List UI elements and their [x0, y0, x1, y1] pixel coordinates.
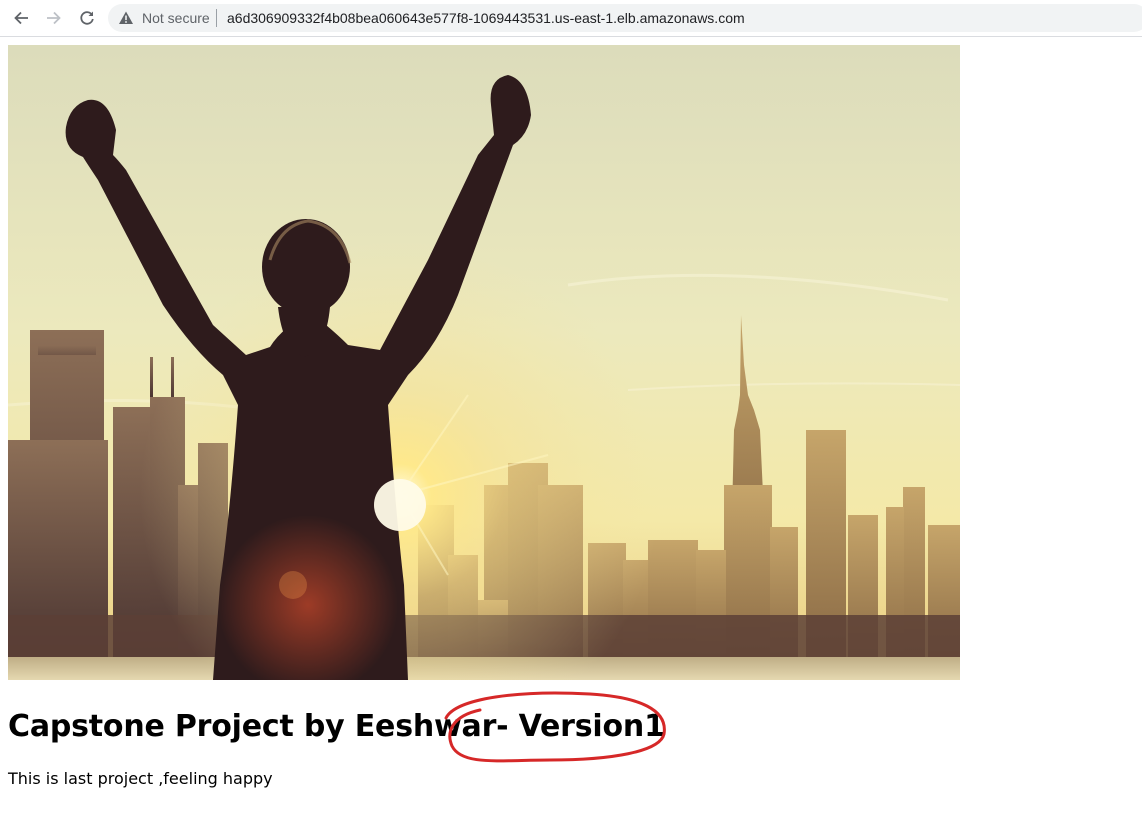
- forward-button[interactable]: [42, 6, 66, 30]
- warning-icon: [119, 11, 133, 24]
- browser-toolbar: Not secure a6d306909332f4b08bea060643e57…: [0, 0, 1142, 37]
- hero-image: [8, 45, 960, 680]
- reload-button[interactable]: [75, 6, 99, 30]
- page-title: Capstone Project by Eeshwar- Version1: [8, 709, 665, 744]
- reload-icon: [80, 11, 94, 25]
- separator: [216, 9, 217, 27]
- address-bar[interactable]: Not secure a6d306909332f4b08bea060643e57…: [108, 4, 1142, 32]
- back-button[interactable]: [9, 6, 33, 30]
- url-text[interactable]: a6d306909332f4b08bea060643e577f8-1069443…: [227, 10, 745, 26]
- page-subtitle: This is last project ,feeling happy: [8, 769, 273, 788]
- security-label[interactable]: Not secure: [142, 10, 210, 26]
- back-arrow-icon: [14, 11, 28, 25]
- forward-arrow-icon: [47, 11, 61, 25]
